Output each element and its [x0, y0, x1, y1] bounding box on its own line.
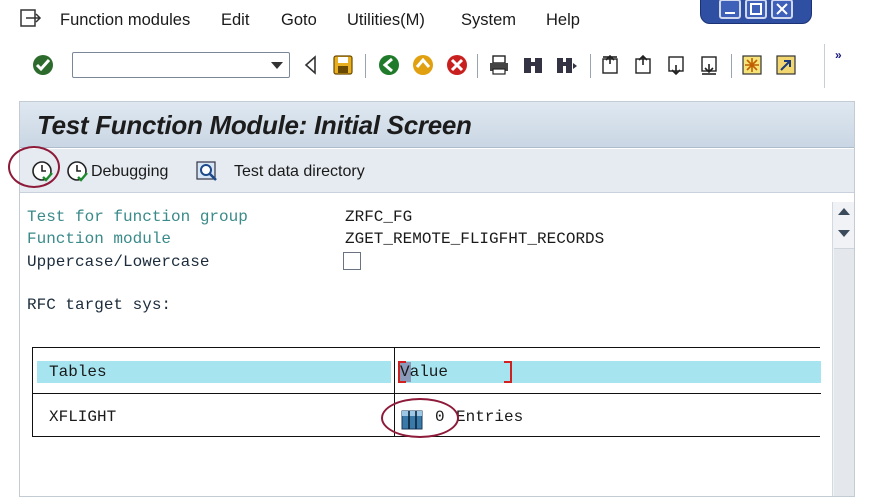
application-toolbar: Debugging Test data directory	[8, 146, 854, 193]
menu-function-modules[interactable]: Function modules	[60, 11, 190, 30]
debugging-button[interactable]: Debugging	[91, 163, 168, 181]
function-module-value: ZGET_REMOTE_FLIGFHT_RECORDS	[345, 230, 605, 248]
previous-arrow-icon[interactable]	[300, 54, 322, 76]
test-data-directory-icon[interactable]	[195, 159, 219, 183]
exit-icon[interactable]	[412, 54, 434, 76]
debugging-clock-icon[interactable]	[66, 160, 88, 182]
title-bar: Test Function Module: Initial Screen	[20, 102, 854, 148]
save-icon[interactable]	[332, 54, 354, 76]
vertical-scrollbar[interactable]	[832, 202, 854, 496]
toolbar-separator	[477, 54, 478, 78]
scrollbar-thumb[interactable]	[834, 248, 854, 496]
menu-edit[interactable]: Edit	[221, 11, 249, 30]
annotation-circle	[381, 398, 459, 438]
toolbar-separator	[590, 54, 591, 78]
uppercase-lowercase-checkbox[interactable]	[343, 252, 361, 270]
table-row-name: XFLIGHT	[49, 408, 117, 426]
first-page-icon[interactable]	[600, 54, 622, 76]
next-page-icon[interactable]	[666, 54, 688, 76]
test-data-directory-button[interactable]: Test data directory	[234, 163, 365, 181]
shortcut-icon[interactable]	[775, 54, 797, 76]
command-input[interactable]	[77, 54, 267, 76]
more-icon[interactable]: »	[835, 48, 842, 62]
menu-bar: Function modules Edit Goto Utilities(M) …	[0, 0, 892, 44]
function-module-label: Function module	[27, 230, 172, 248]
back-icon[interactable]	[378, 54, 400, 76]
enter-checkmark-icon[interactable]	[32, 54, 54, 76]
close-icon[interactable]	[771, 0, 793, 19]
maximize-icon[interactable]	[745, 0, 767, 19]
main-panel: Test Function Module: Initial Screen Deb…	[8, 101, 855, 497]
toolbar-separator	[731, 54, 732, 78]
parameters-table: Tables Value XFLIGHT 0 Entries	[32, 347, 821, 438]
toolbar-separator	[365, 54, 366, 78]
table-header: Tables Value	[33, 361, 821, 383]
tables-column-header: Tables	[49, 363, 107, 381]
annotation-circle	[8, 146, 60, 188]
scroll-down-icon[interactable]	[838, 230, 850, 237]
header-cell-value	[398, 361, 821, 383]
menu-goto[interactable]: Goto	[281, 11, 317, 30]
red-bracket-right	[504, 361, 512, 383]
menu-system[interactable]: System	[461, 11, 516, 30]
case-label: Uppercase/Lowercase	[27, 253, 210, 271]
function-group-label: Test for function group	[27, 208, 248, 226]
value-column-header: Value	[400, 363, 449, 381]
cancel-icon[interactable]	[446, 54, 468, 76]
function-group-value: ZRFC_FG	[345, 208, 413, 226]
row-divider	[33, 393, 821, 394]
command-field[interactable]	[72, 52, 290, 78]
standard-toolbar: »	[0, 44, 892, 88]
find-next-icon[interactable]	[556, 54, 578, 76]
rfc-target-input[interactable]	[345, 295, 698, 317]
find-icon[interactable]	[522, 54, 544, 76]
minimize-icon[interactable]	[719, 0, 741, 19]
window-controls	[700, 0, 812, 24]
scroll-up-icon[interactable]	[838, 208, 850, 215]
previous-page-icon[interactable]	[633, 54, 655, 76]
menu-utilities[interactable]: Utilities(M)	[347, 11, 425, 30]
table-row-unit: Entries	[456, 408, 524, 426]
last-page-icon[interactable]	[699, 54, 721, 76]
menu-help[interactable]: Help	[546, 11, 580, 30]
rfc-target-label: RFC target sys:	[27, 296, 172, 314]
dropdown-arrow-icon[interactable]	[271, 62, 283, 70]
menu-system-icon[interactable]	[20, 9, 42, 27]
page-title: Test Function Module: Initial Screen	[37, 110, 472, 140]
new-session-icon[interactable]	[741, 54, 763, 76]
red-bracket-left	[398, 361, 406, 383]
print-icon[interactable]	[488, 54, 510, 76]
